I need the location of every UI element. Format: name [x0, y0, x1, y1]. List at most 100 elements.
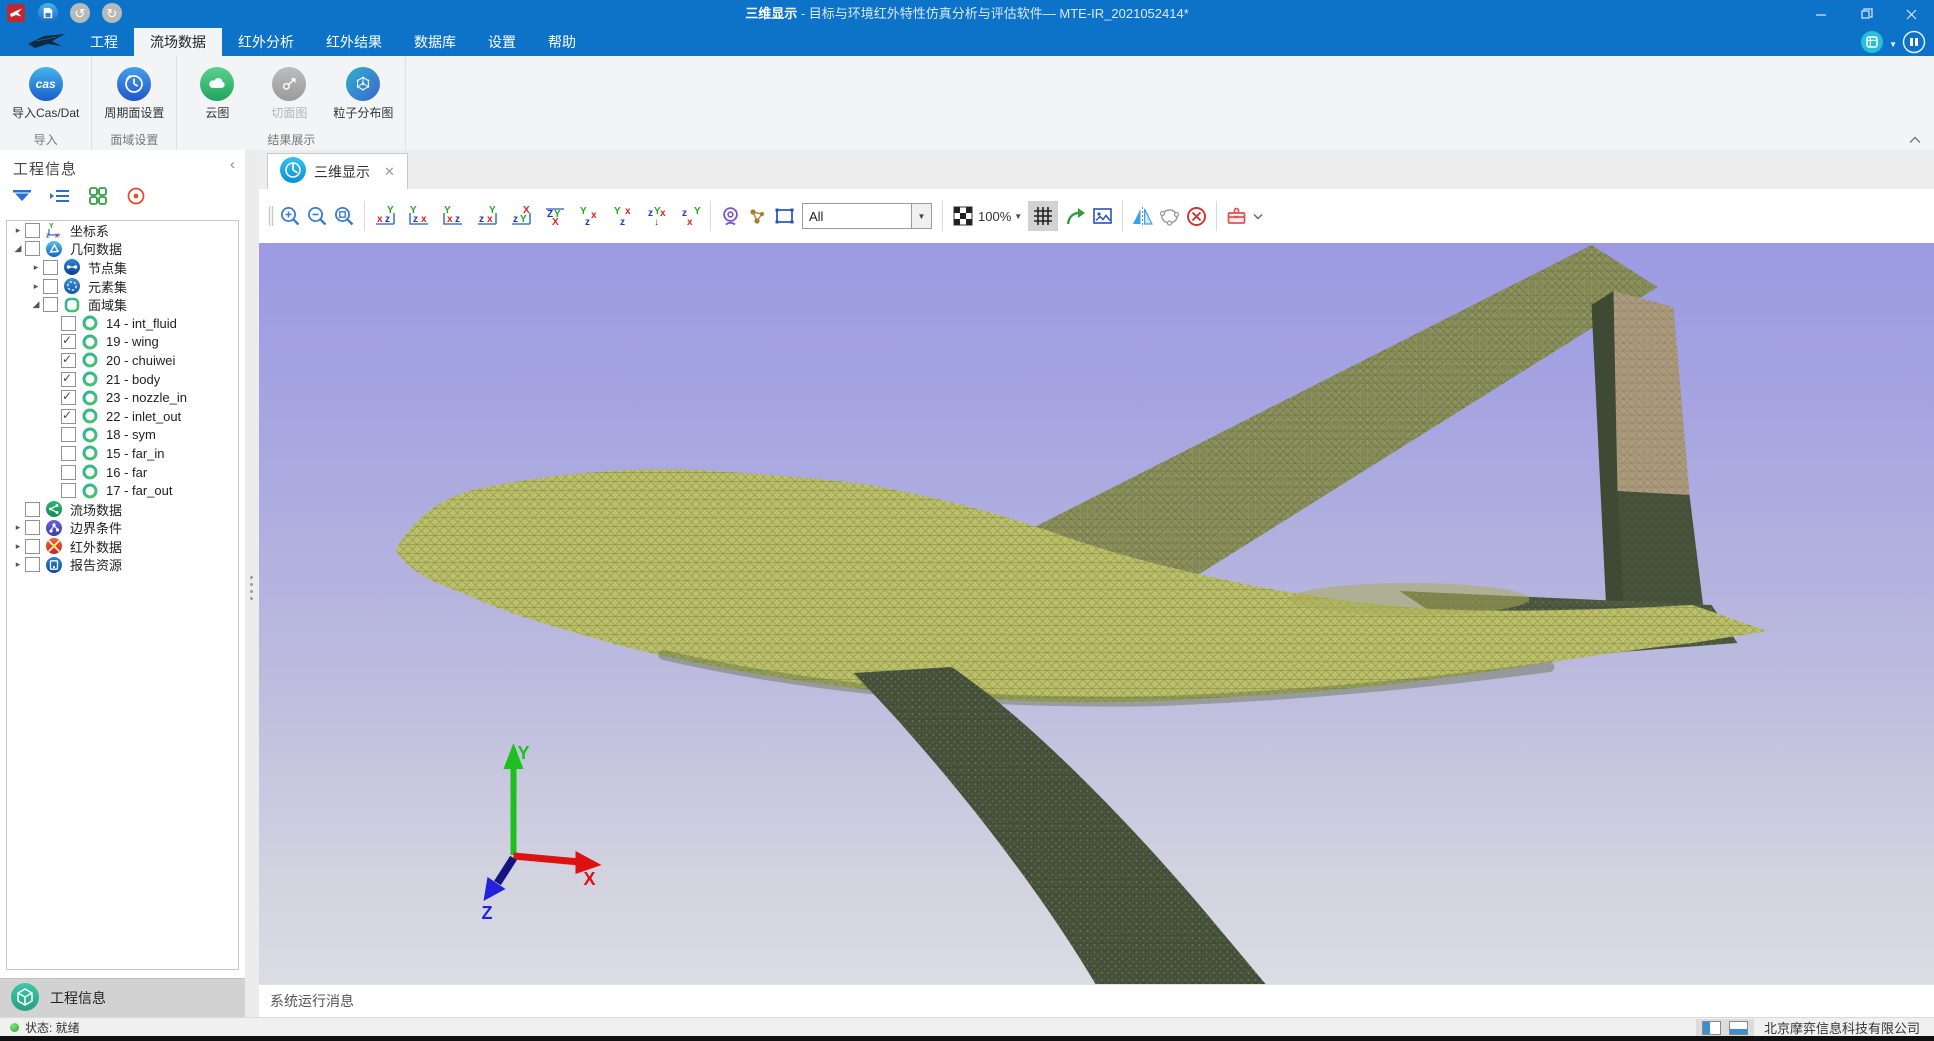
- zoom-fit-icon[interactable]: [331, 203, 358, 230]
- export-arrow-icon[interactable]: [1062, 203, 1089, 230]
- view-iso-2-icon[interactable]: Yxz: [609, 203, 636, 230]
- tree-expander-icon[interactable]: ▸: [11, 522, 25, 533]
- tree-item-22-inlet_out[interactable]: 22 - inlet_out: [7, 407, 238, 426]
- menu-item-help[interactable]: 帮助: [532, 28, 592, 56]
- tree-checkbox[interactable]: [61, 353, 76, 368]
- tree-item--[interactable]: ▸节点集: [7, 258, 238, 277]
- checkerboard-icon[interactable]: [949, 203, 976, 230]
- panel-collapse-icon[interactable]: ‹: [230, 156, 235, 173]
- menu-item-database[interactable]: 数据库: [398, 28, 472, 56]
- tree-checkbox[interactable]: [61, 390, 76, 405]
- tree-checkbox[interactable]: [43, 260, 58, 275]
- close-button[interactable]: [1889, 0, 1934, 28]
- tree-checkbox[interactable]: [61, 409, 76, 424]
- restore-button[interactable]: [1844, 0, 1889, 28]
- tree-checkbox[interactable]: [25, 520, 40, 535]
- tree-checkbox[interactable]: [61, 334, 76, 349]
- tree-expander-icon[interactable]: ▸: [11, 541, 25, 552]
- tree-item--[interactable]: ▸边界条件: [7, 519, 238, 538]
- toolbar-drag-handle[interactable]: [265, 203, 277, 230]
- tree-checkbox[interactable]: [43, 297, 58, 312]
- tree-checkbox[interactable]: [43, 279, 58, 294]
- view-back-icon[interactable]: zxY: [473, 203, 500, 230]
- tree-checkbox[interactable]: [25, 502, 40, 517]
- tab-close-icon[interactable]: ✕: [384, 164, 395, 180]
- tree-item-21-body[interactable]: 21 - body: [7, 370, 238, 389]
- tree-item-14-int_fluid[interactable]: 14 - int_fluid: [7, 314, 238, 333]
- tree-item--[interactable]: 流场数据: [7, 500, 238, 519]
- cancel-selection-icon[interactable]: [1183, 203, 1210, 230]
- layout-left-panel-icon[interactable]: [1702, 1021, 1721, 1035]
- tree-checkbox[interactable]: [25, 539, 40, 554]
- tree-checkbox[interactable]: [61, 427, 76, 442]
- view-iso-1-icon[interactable]: Yxz: [575, 203, 602, 230]
- panel-footer[interactable]: 工程信息: [0, 978, 245, 1017]
- tree-expander-icon[interactable]: ◢: [29, 299, 43, 310]
- tree-item--[interactable]: ▸元素集: [7, 277, 238, 296]
- periodic-face-button[interactable]: 周期面设置: [96, 65, 172, 123]
- tree-checkbox[interactable]: [61, 372, 76, 387]
- viewport-3d[interactable]: Y X Z: [259, 243, 1934, 984]
- snapshot-image-icon[interactable]: [1089, 203, 1116, 230]
- tree-checkbox[interactable]: [25, 241, 40, 256]
- redo-button[interactable]: ↻: [102, 3, 122, 23]
- tree-checkbox[interactable]: [61, 316, 76, 331]
- menu-item-project[interactable]: 工程: [74, 28, 134, 56]
- mirror-icon[interactable]: [1129, 203, 1156, 230]
- tree-item-18-sym[interactable]: 18 - sym: [7, 426, 238, 445]
- tree-item-15-far_in[interactable]: 15 - far_in: [7, 444, 238, 463]
- tree-item--[interactable]: ▸报告资源: [7, 556, 238, 575]
- manual-book-icon[interactable]: [1902, 30, 1926, 59]
- menu-item-ir-results[interactable]: 红外结果: [310, 28, 398, 56]
- tree-item-16-far[interactable]: 16 - far: [7, 463, 238, 482]
- tree-expander-icon[interactable]: ▸: [11, 559, 25, 570]
- zoom-in-icon[interactable]: [277, 203, 304, 230]
- view-top-icon[interactable]: ZYX: [541, 203, 568, 230]
- grid-view-icon[interactable]: [86, 184, 110, 208]
- panel-splitter[interactable]: [245, 150, 260, 1017]
- particles-cluster-icon[interactable]: [744, 203, 771, 230]
- list-view-icon[interactable]: [48, 184, 72, 208]
- tree-item-20-chuiwei[interactable]: 20 - chuiwei: [7, 351, 238, 370]
- mesh-toggle-button[interactable]: [1028, 201, 1058, 231]
- tree-item-23-nozzle_in[interactable]: 23 - nozzle_in: [7, 388, 238, 407]
- locate-target-icon[interactable]: [124, 184, 148, 208]
- ribbon-collapse-icon[interactable]: [1908, 132, 1922, 150]
- view-front-icon[interactable]: Yxz: [439, 203, 466, 230]
- tree-item--[interactable]: ◢面域集: [7, 295, 238, 314]
- tree-checkbox[interactable]: [61, 483, 76, 498]
- tree-checkbox[interactable]: [25, 223, 40, 238]
- toolbox-icon[interactable]: [1223, 203, 1250, 230]
- import-cas-dat-button[interactable]: cas 导入Cas/Dat: [4, 65, 87, 123]
- zoom-out-icon[interactable]: [304, 203, 331, 230]
- theme-grid-icon[interactable]: [1860, 30, 1884, 59]
- app-logo-icon[interactable]: [6, 3, 26, 23]
- rect-select-icon[interactable]: [771, 203, 798, 230]
- tree-expander-icon[interactable]: ▸: [11, 225, 25, 236]
- tree-checkbox[interactable]: [61, 446, 76, 461]
- tree-item--[interactable]: ▸Yzx坐标系: [7, 221, 238, 240]
- minimize-button[interactable]: [1799, 0, 1844, 28]
- lasso-region-icon[interactable]: [1156, 203, 1183, 230]
- menu-item-ir-analysis[interactable]: 红外分析: [222, 28, 310, 56]
- camera-icon[interactable]: [717, 203, 744, 230]
- cloud-map-button[interactable]: 云图: [181, 65, 253, 123]
- tree-checkbox[interactable]: [61, 465, 76, 480]
- tree-expander-icon[interactable]: ▸: [29, 281, 43, 292]
- toolbox-dropdown-icon[interactable]: [1250, 203, 1266, 230]
- menu-item-flowfield[interactable]: 流场数据: [134, 28, 222, 56]
- tree-item--[interactable]: ◢几何数据: [7, 240, 238, 259]
- filter-icon[interactable]: [10, 184, 34, 208]
- view-bottom-icon[interactable]: zYX: [507, 203, 534, 230]
- zoom-percent-control[interactable]: 100%▼: [978, 209, 1022, 224]
- tab-3d-display[interactable]: 三维显示 ✕: [267, 153, 408, 189]
- tree-item--[interactable]: ▸红外数据: [7, 537, 238, 556]
- particle-map-button[interactable]: 粒子分布图: [325, 65, 401, 123]
- undo-button[interactable]: ↺: [70, 3, 90, 23]
- tree-item-19-wing[interactable]: 19 - wing: [7, 333, 238, 352]
- menu-item-settings[interactable]: 设置: [472, 28, 532, 56]
- tree-expander-icon[interactable]: ◢: [11, 243, 25, 254]
- combobox-dropdown-icon[interactable]: ▼: [911, 204, 931, 228]
- dropdown-caret-icon[interactable]: ▼: [1889, 40, 1897, 49]
- view-left-icon[interactable]: Yzx: [405, 203, 432, 230]
